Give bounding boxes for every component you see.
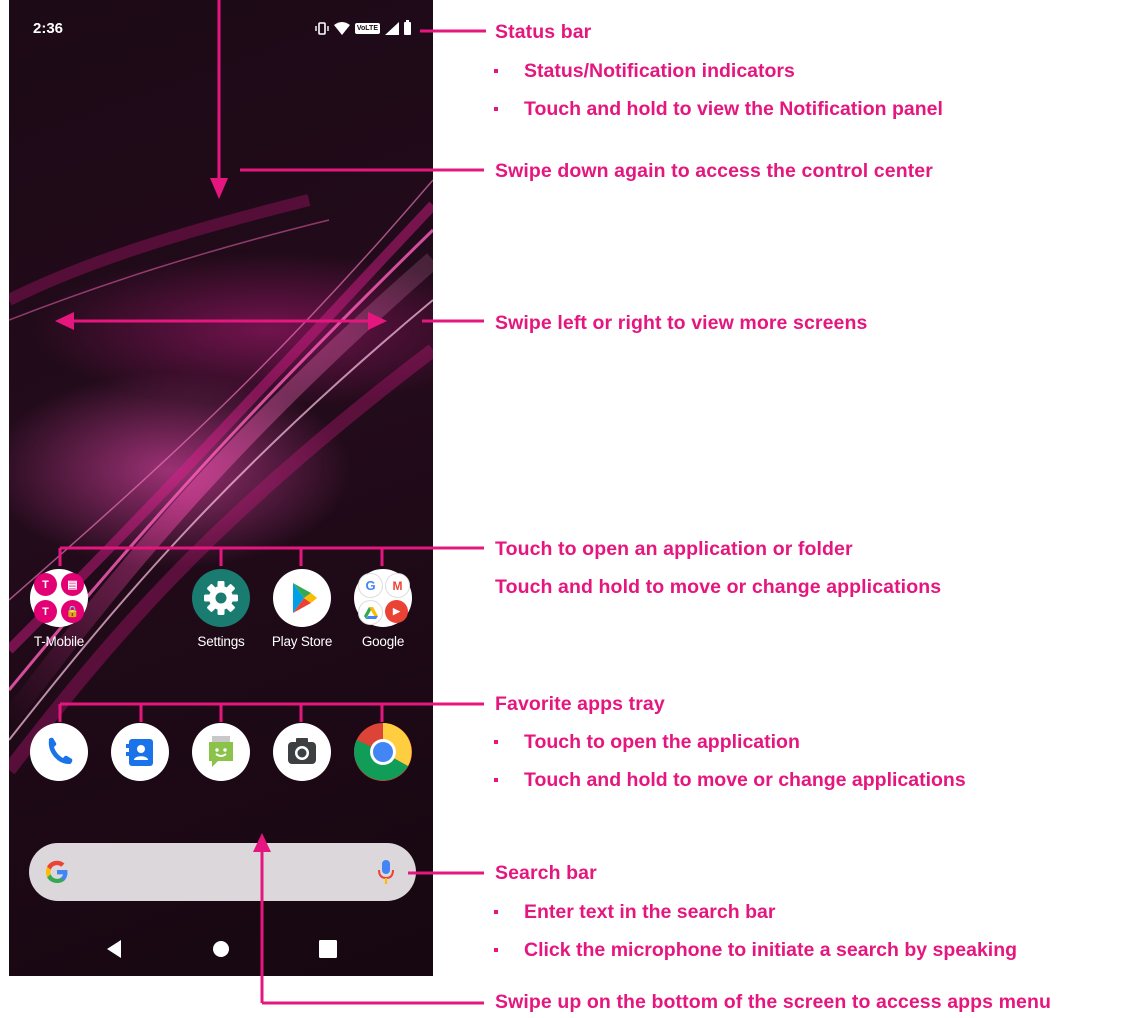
arrow-up-icon: [253, 833, 271, 852]
callout-status-bar: Status bar: [495, 21, 592, 43]
callout-apps-line1: Touch to open an application or folder: [495, 538, 853, 560]
callout-bullet: Touch and hold to move or change applica…: [494, 769, 966, 792]
arrow-left-icon: [55, 312, 74, 330]
callout-bullet: Touch and hold to view the Notification …: [494, 98, 943, 121]
callout-apps-line2: Touch and hold to move or change applica…: [495, 576, 942, 598]
arrow-down-icon: [210, 178, 228, 199]
callout-favorites: Favorite apps tray: [495, 693, 665, 715]
callout-bullet: Enter text in the search bar: [494, 901, 775, 924]
callout-bullet: Touch to open the application: [494, 731, 800, 754]
arrow-right-icon: [368, 312, 387, 330]
callout-swipe-down: Swipe down again to access the control c…: [495, 160, 933, 182]
callout-swipe-up: Swipe up on the bottom of the screen to …: [495, 991, 1052, 1013]
callout-bullet: Status/Notification indicators: [494, 60, 795, 83]
callout-bullet: Click the microphone to initiate a searc…: [494, 939, 1017, 962]
callout-swipe-sides: Swipe left or right to view more screens: [495, 312, 868, 334]
callout-search-bar: Search bar: [495, 862, 597, 884]
